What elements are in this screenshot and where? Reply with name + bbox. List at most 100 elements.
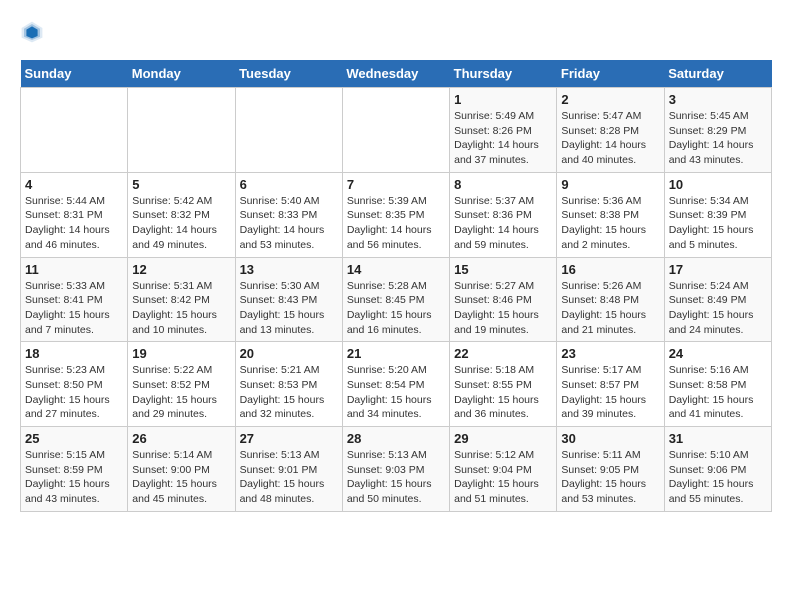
day-info: Sunrise: 5:17 AM Sunset: 8:57 PM Dayligh… (561, 363, 659, 422)
day-number: 19 (132, 346, 230, 361)
calendar-cell: 3Sunrise: 5:45 AM Sunset: 8:29 PM Daylig… (664, 88, 771, 173)
day-info: Sunrise: 5:33 AM Sunset: 8:41 PM Dayligh… (25, 279, 123, 338)
calendar-cell: 11 Sunrise: 5:33 AM Sunset: 8:41 PM Dayli… (21, 257, 128, 342)
logo (20, 20, 48, 44)
calendar-cell: 9Sunrise: 5:36 AM Sunset: 8:38 PM Daylig… (557, 172, 664, 257)
day-number: 4 (25, 177, 123, 192)
calendar-cell: 8 Sunrise: 5:37 AM Sunset: 8:36 PM Daylig… (450, 172, 557, 257)
calendar-cell: 31 Sunrise: 5:10 AM Sunset: 9:06 PM Dayli… (664, 427, 771, 512)
day-info: Sunrise: 5:12 AM Sunset: 9:04 PM Dayligh… (454, 448, 552, 507)
day-info: Sunrise: 5:18 AM Sunset: 8:55 PM Dayligh… (454, 363, 552, 422)
calendar-cell: 4 Sunrise: 5:44 AM Sunset: 8:31 PM Daylig… (21, 172, 128, 257)
day-number: 17 (669, 262, 767, 277)
calendar-cell: 18 Sunrise: 5:23 AM Sunset: 8:50 PM Dayli… (21, 342, 128, 427)
calendar-cell: 19 Sunrise: 5:22 AM Sunset: 8:52 PM Dayli… (128, 342, 235, 427)
day-number: 8 (454, 177, 552, 192)
day-of-week-header: Tuesday (235, 60, 342, 88)
calendar-cell: 26 Sunrise: 5:14 AM Sunset: 9:00 PM Dayli… (128, 427, 235, 512)
day-info: Sunrise: 5:11 AM Sunset: 9:05 PM Dayligh… (561, 448, 659, 507)
day-info: Sunrise: 5:47 AM Sunset: 8:28 PM Dayligh… (561, 109, 659, 168)
day-number: 2 (561, 92, 659, 107)
day-of-week-header: Thursday (450, 60, 557, 88)
calendar-cell: 17 Sunrise: 5:24 AM Sunset: 8:49 PM Dayli… (664, 257, 771, 342)
day-number: 24 (669, 346, 767, 361)
day-number: 11 (25, 262, 123, 277)
calendar-cell: 30 Sunrise: 5:11 AM Sunset: 9:05 PM Dayli… (557, 427, 664, 512)
day-info: Sunrise: 5:31 AM Sunset: 8:42 PM Dayligh… (132, 279, 230, 338)
calendar-cell: 28 Sunrise: 5:13 AM Sunset: 9:03 PM Dayli… (342, 427, 449, 512)
calendar-week-row: 25 Sunrise: 5:15 AM Sunset: 8:59 PM Dayli… (21, 427, 772, 512)
calendar-cell: 16 Sunrise: 5:26 AM Sunset: 8:48 PM Dayli… (557, 257, 664, 342)
calendar-cell: 12 Sunrise: 5:31 AM Sunset: 8:42 PM Dayli… (128, 257, 235, 342)
day-number: 22 (454, 346, 552, 361)
calendar-week-row: 1 Sunrise: 5:49 AM Sunset: 8:26 PM Daylig… (21, 88, 772, 173)
day-number: 13 (240, 262, 338, 277)
calendar-cell: 14 Sunrise: 5:28 AM Sunset: 8:45 PM Dayli… (342, 257, 449, 342)
calendar-cell: 10 Sunrise: 5:34 AM Sunset: 8:39 PM Dayli… (664, 172, 771, 257)
calendar-week-row: 11 Sunrise: 5:33 AM Sunset: 8:41 PM Dayli… (21, 257, 772, 342)
day-number: 21 (347, 346, 445, 361)
day-number: 7 (347, 177, 445, 192)
day-info: Sunrise: 5:42 AM Sunset: 8:32 PM Dayligh… (132, 194, 230, 253)
calendar-cell: 2 Sunrise: 5:47 AM Sunset: 8:28 PM Daylig… (557, 88, 664, 173)
calendar-cell: 25 Sunrise: 5:15 AM Sunset: 8:59 PM Dayli… (21, 427, 128, 512)
day-number: 31 (669, 431, 767, 446)
calendar-cell (235, 88, 342, 173)
calendar-cell: 20 Sunrise: 5:21 AM Sunset: 8:53 PM Dayli… (235, 342, 342, 427)
day-info: Sunrise: 5:28 AM Sunset: 8:45 PM Dayligh… (347, 279, 445, 338)
day-number: 25 (25, 431, 123, 446)
day-info: Sunrise: 5:23 AM Sunset: 8:50 PM Dayligh… (25, 363, 123, 422)
calendar-cell (342, 88, 449, 173)
day-info: Sunrise: 5:14 AM Sunset: 9:00 PM Dayligh… (132, 448, 230, 507)
day-of-week-header: Friday (557, 60, 664, 88)
day-number: 29 (454, 431, 552, 446)
calendar-table: SundayMondayTuesdayWednesdayThursdayFrid… (20, 60, 772, 512)
day-info: Sunrise: 5:44 AM Sunset: 8:31 PM Dayligh… (25, 194, 123, 253)
calendar-week-row: 18 Sunrise: 5:23 AM Sunset: 8:50 PM Dayli… (21, 342, 772, 427)
day-info: Sunrise: 5:36 AM Sunset: 8:38 PM Dayligh… (561, 194, 659, 253)
calendar-cell: 24Sunrise: 5:16 AM Sunset: 8:58 PM Dayli… (664, 342, 771, 427)
day-info: Sunrise: 5:26 AM Sunset: 8:48 PM Dayligh… (561, 279, 659, 338)
day-number: 26 (132, 431, 230, 446)
day-number: 14 (347, 262, 445, 277)
day-number: 27 (240, 431, 338, 446)
calendar-cell (21, 88, 128, 173)
day-info: Sunrise: 5:13 AM Sunset: 9:03 PM Dayligh… (347, 448, 445, 507)
day-info: Sunrise: 5:10 AM Sunset: 9:06 PM Dayligh… (669, 448, 767, 507)
page-header (20, 20, 772, 44)
day-number: 28 (347, 431, 445, 446)
day-number: 20 (240, 346, 338, 361)
day-number: 6 (240, 177, 338, 192)
day-number: 12 (132, 262, 230, 277)
day-info: Sunrise: 5:15 AM Sunset: 8:59 PM Dayligh… (25, 448, 123, 507)
day-number: 10 (669, 177, 767, 192)
calendar-cell: 1 Sunrise: 5:49 AM Sunset: 8:26 PM Daylig… (450, 88, 557, 173)
day-info: Sunrise: 5:37 AM Sunset: 8:36 PM Dayligh… (454, 194, 552, 253)
day-info: Sunrise: 5:40 AM Sunset: 8:33 PM Dayligh… (240, 194, 338, 253)
day-info: Sunrise: 5:27 AM Sunset: 8:46 PM Dayligh… (454, 279, 552, 338)
calendar-cell: 5Sunrise: 5:42 AM Sunset: 8:32 PM Daylig… (128, 172, 235, 257)
day-info: Sunrise: 5:24 AM Sunset: 8:49 PM Dayligh… (669, 279, 767, 338)
day-info: Sunrise: 5:21 AM Sunset: 8:53 PM Dayligh… (240, 363, 338, 422)
calendar-cell (128, 88, 235, 173)
calendar-cell: 29 Sunrise: 5:12 AM Sunset: 9:04 PM Dayli… (450, 427, 557, 512)
day-number: 30 (561, 431, 659, 446)
day-number: 23 (561, 346, 659, 361)
day-info: Sunrise: 5:13 AM Sunset: 9:01 PM Dayligh… (240, 448, 338, 507)
day-info: Sunrise: 5:22 AM Sunset: 8:52 PM Dayligh… (132, 363, 230, 422)
calendar-cell: 23 Sunrise: 5:17 AM Sunset: 8:57 PM Dayli… (557, 342, 664, 427)
day-number: 16 (561, 262, 659, 277)
day-info: Sunrise: 5:34 AM Sunset: 8:39 PM Dayligh… (669, 194, 767, 253)
day-number: 3 (669, 92, 767, 107)
day-of-week-header: Wednesday (342, 60, 449, 88)
day-info: Sunrise: 5:49 AM Sunset: 8:26 PM Dayligh… (454, 109, 552, 168)
calendar-cell: 15Sunrise: 5:27 AM Sunset: 8:46 PM Dayli… (450, 257, 557, 342)
day-of-week-header: Saturday (664, 60, 771, 88)
logo-icon (20, 20, 44, 44)
day-number: 1 (454, 92, 552, 107)
calendar-cell: 27 Sunrise: 5:13 AM Sunset: 9:01 PM Dayli… (235, 427, 342, 512)
calendar-week-row: 4 Sunrise: 5:44 AM Sunset: 8:31 PM Daylig… (21, 172, 772, 257)
day-info: Sunrise: 5:39 AM Sunset: 8:35 PM Dayligh… (347, 194, 445, 253)
day-number: 18 (25, 346, 123, 361)
day-info: Sunrise: 5:20 AM Sunset: 8:54 PM Dayligh… (347, 363, 445, 422)
